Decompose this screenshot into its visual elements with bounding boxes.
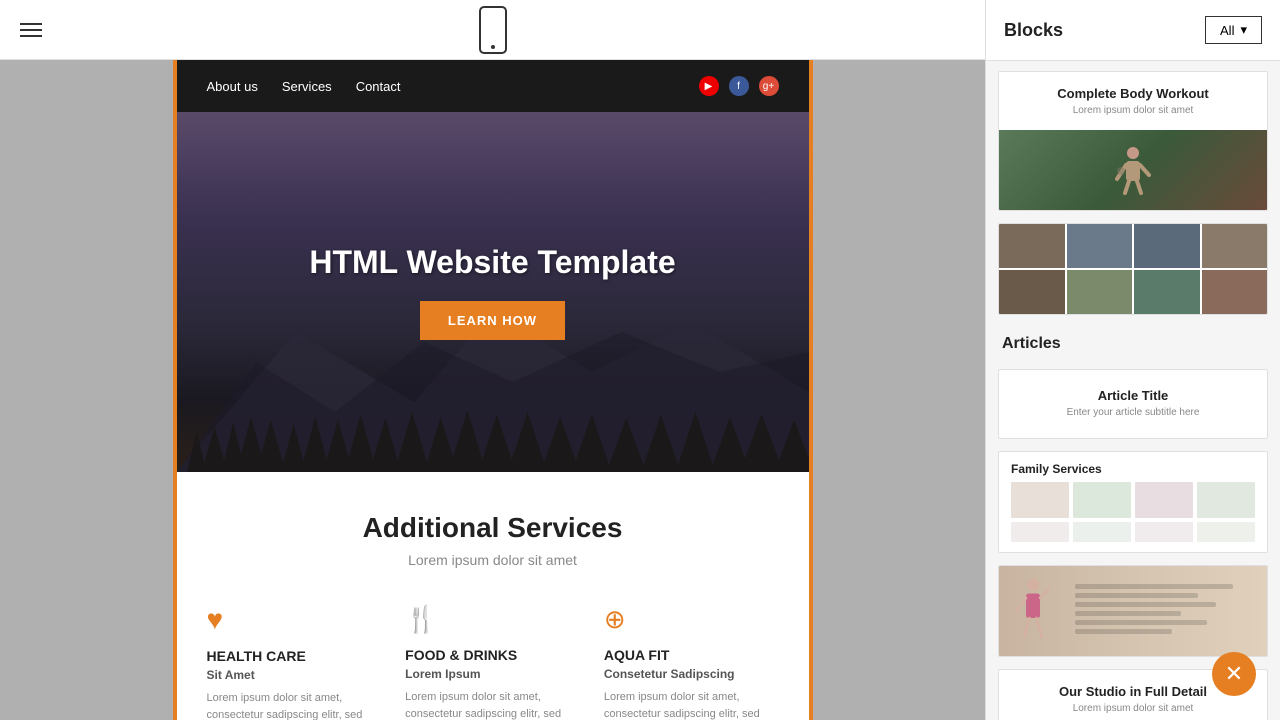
close-fab-button[interactable]: ✕	[1212, 652, 1256, 696]
workout-card-title: Complete Body Workout	[1015, 86, 1251, 101]
editor-area: About us Services Contact ▶ f g+	[0, 0, 985, 720]
photo-cell-5	[999, 270, 1065, 314]
yoga-figure	[1015, 571, 1065, 651]
photo-cell-2	[1067, 224, 1133, 268]
panel-header: Blocks All ▾	[986, 0, 1280, 61]
workout-card-image	[999, 130, 1267, 210]
block-card-yoga[interactable]	[998, 565, 1268, 657]
studio-card-subtitle: Lorem ipsum dolor sit amet	[1015, 703, 1251, 714]
youtube-icon[interactable]: ▶	[699, 76, 719, 96]
hero-title: HTML Website Template	[309, 244, 675, 281]
photo-cell-6	[1067, 270, 1133, 314]
article-title-text: Article Title	[1015, 388, 1251, 403]
service-item-aquafit: ⊕ AQUA FIT Consetetur Sadipscing Lorem i…	[604, 604, 779, 720]
services-subtitle: Lorem ipsum dolor sit amet	[207, 552, 779, 568]
photo-cell-7	[1134, 270, 1200, 314]
utensils-icon: 🍴	[405, 604, 580, 635]
panel-title: Blocks	[1004, 20, 1063, 41]
canvas-wrapper: About us Services Contact ▶ f g+	[0, 60, 985, 720]
block-card-family-services[interactable]: Family Services	[998, 451, 1268, 553]
heart-icon: ♥	[207, 604, 382, 636]
family-services-title: Family Services	[1011, 462, 1255, 476]
family-services-preview: Family Services	[999, 452, 1267, 552]
family-services-columns	[1011, 482, 1255, 518]
workout-card-subtitle: Lorem ipsum dolor sit amet	[1015, 105, 1251, 116]
website-canvas: About us Services Contact ▶ f g+	[173, 60, 813, 720]
nav-services[interactable]: Services	[282, 79, 332, 94]
family-col-2	[1073, 482, 1131, 518]
lifebuoy-icon: ⊕	[604, 604, 779, 635]
article-subtitle-text: Enter your article subtitle here	[1015, 407, 1251, 418]
photo-cell-4	[1202, 224, 1268, 268]
block-card-photo-grid[interactable]	[998, 223, 1268, 315]
panel-content: Complete Body Workout Lorem ipsum dolor …	[986, 61, 1280, 720]
block-card-article-title[interactable]: Article Title Enter your article subtitl…	[998, 369, 1268, 439]
hero-section: HTML Website Template LEARN HOW	[177, 112, 809, 472]
services-section: Additional Services Lorem ipsum dolor si…	[177, 472, 809, 720]
workout-card-body: Complete Body Workout Lorem ipsum dolor …	[999, 72, 1267, 130]
service-name-food: FOOD & DRINKS	[405, 647, 580, 663]
service-name-healthcare: HEALTH CARE	[207, 648, 382, 664]
photo-cell-8	[1202, 270, 1268, 314]
learn-how-button[interactable]: LEARN HOW	[420, 301, 565, 340]
services-title: Additional Services	[207, 512, 779, 544]
service-tagline-aquafit: Consetetur Sadipscing	[604, 667, 779, 681]
family-col-3	[1135, 482, 1193, 518]
site-nav: About us Services Contact ▶ f g+	[177, 60, 809, 112]
service-tagline-healthcare: Sit Amet	[207, 668, 382, 682]
services-grid: ♥ HEALTH CARE Sit Amet Lorem ipsum dolor…	[207, 604, 779, 720]
article-title-card-body: Article Title Enter your article subtitl…	[999, 370, 1267, 438]
photo-grid	[999, 224, 1267, 314]
nav-social-icons: ▶ f g+	[699, 76, 779, 96]
articles-section-label: Articles	[998, 327, 1268, 357]
service-desc-aquafit: Lorem ipsum dolor sit amet, consectetur …	[604, 689, 779, 720]
service-desc-healthcare: Lorem ipsum dolor sit amet, consectetur …	[207, 690, 382, 720]
hamburger-menu[interactable]	[20, 23, 42, 37]
all-filter-dropdown[interactable]: All ▾	[1205, 16, 1262, 44]
nav-contact[interactable]: Contact	[356, 79, 401, 94]
service-item-food: 🍴 FOOD & DRINKS Lorem Ipsum Lorem ipsum …	[405, 604, 580, 720]
blocks-panel: Blocks All ▾ Complete Body Workout Lorem…	[985, 0, 1280, 720]
service-item-healthcare: ♥ HEALTH CARE Sit Amet Lorem ipsum dolor…	[207, 604, 382, 720]
nav-about[interactable]: About us	[207, 79, 258, 94]
family-col-4	[1197, 482, 1255, 518]
yoga-card-preview	[999, 566, 1267, 656]
nav-links: About us Services Contact	[207, 79, 401, 94]
service-tagline-food: Lorem Ipsum	[405, 667, 580, 681]
photo-cell-1	[999, 224, 1065, 268]
yoga-text-lines	[1065, 584, 1251, 638]
block-card-workout[interactable]: Complete Body Workout Lorem ipsum dolor …	[998, 71, 1268, 211]
service-name-aquafit: AQUA FIT	[604, 647, 779, 663]
phone-preview-icon[interactable]	[479, 6, 507, 54]
service-desc-food: Lorem ipsum dolor sit amet, consectetur …	[405, 689, 580, 720]
google-plus-icon[interactable]: g+	[759, 76, 779, 96]
facebook-icon[interactable]: f	[729, 76, 749, 96]
photo-cell-3	[1134, 224, 1200, 268]
family-col-1	[1011, 482, 1069, 518]
top-toolbar	[0, 0, 985, 60]
